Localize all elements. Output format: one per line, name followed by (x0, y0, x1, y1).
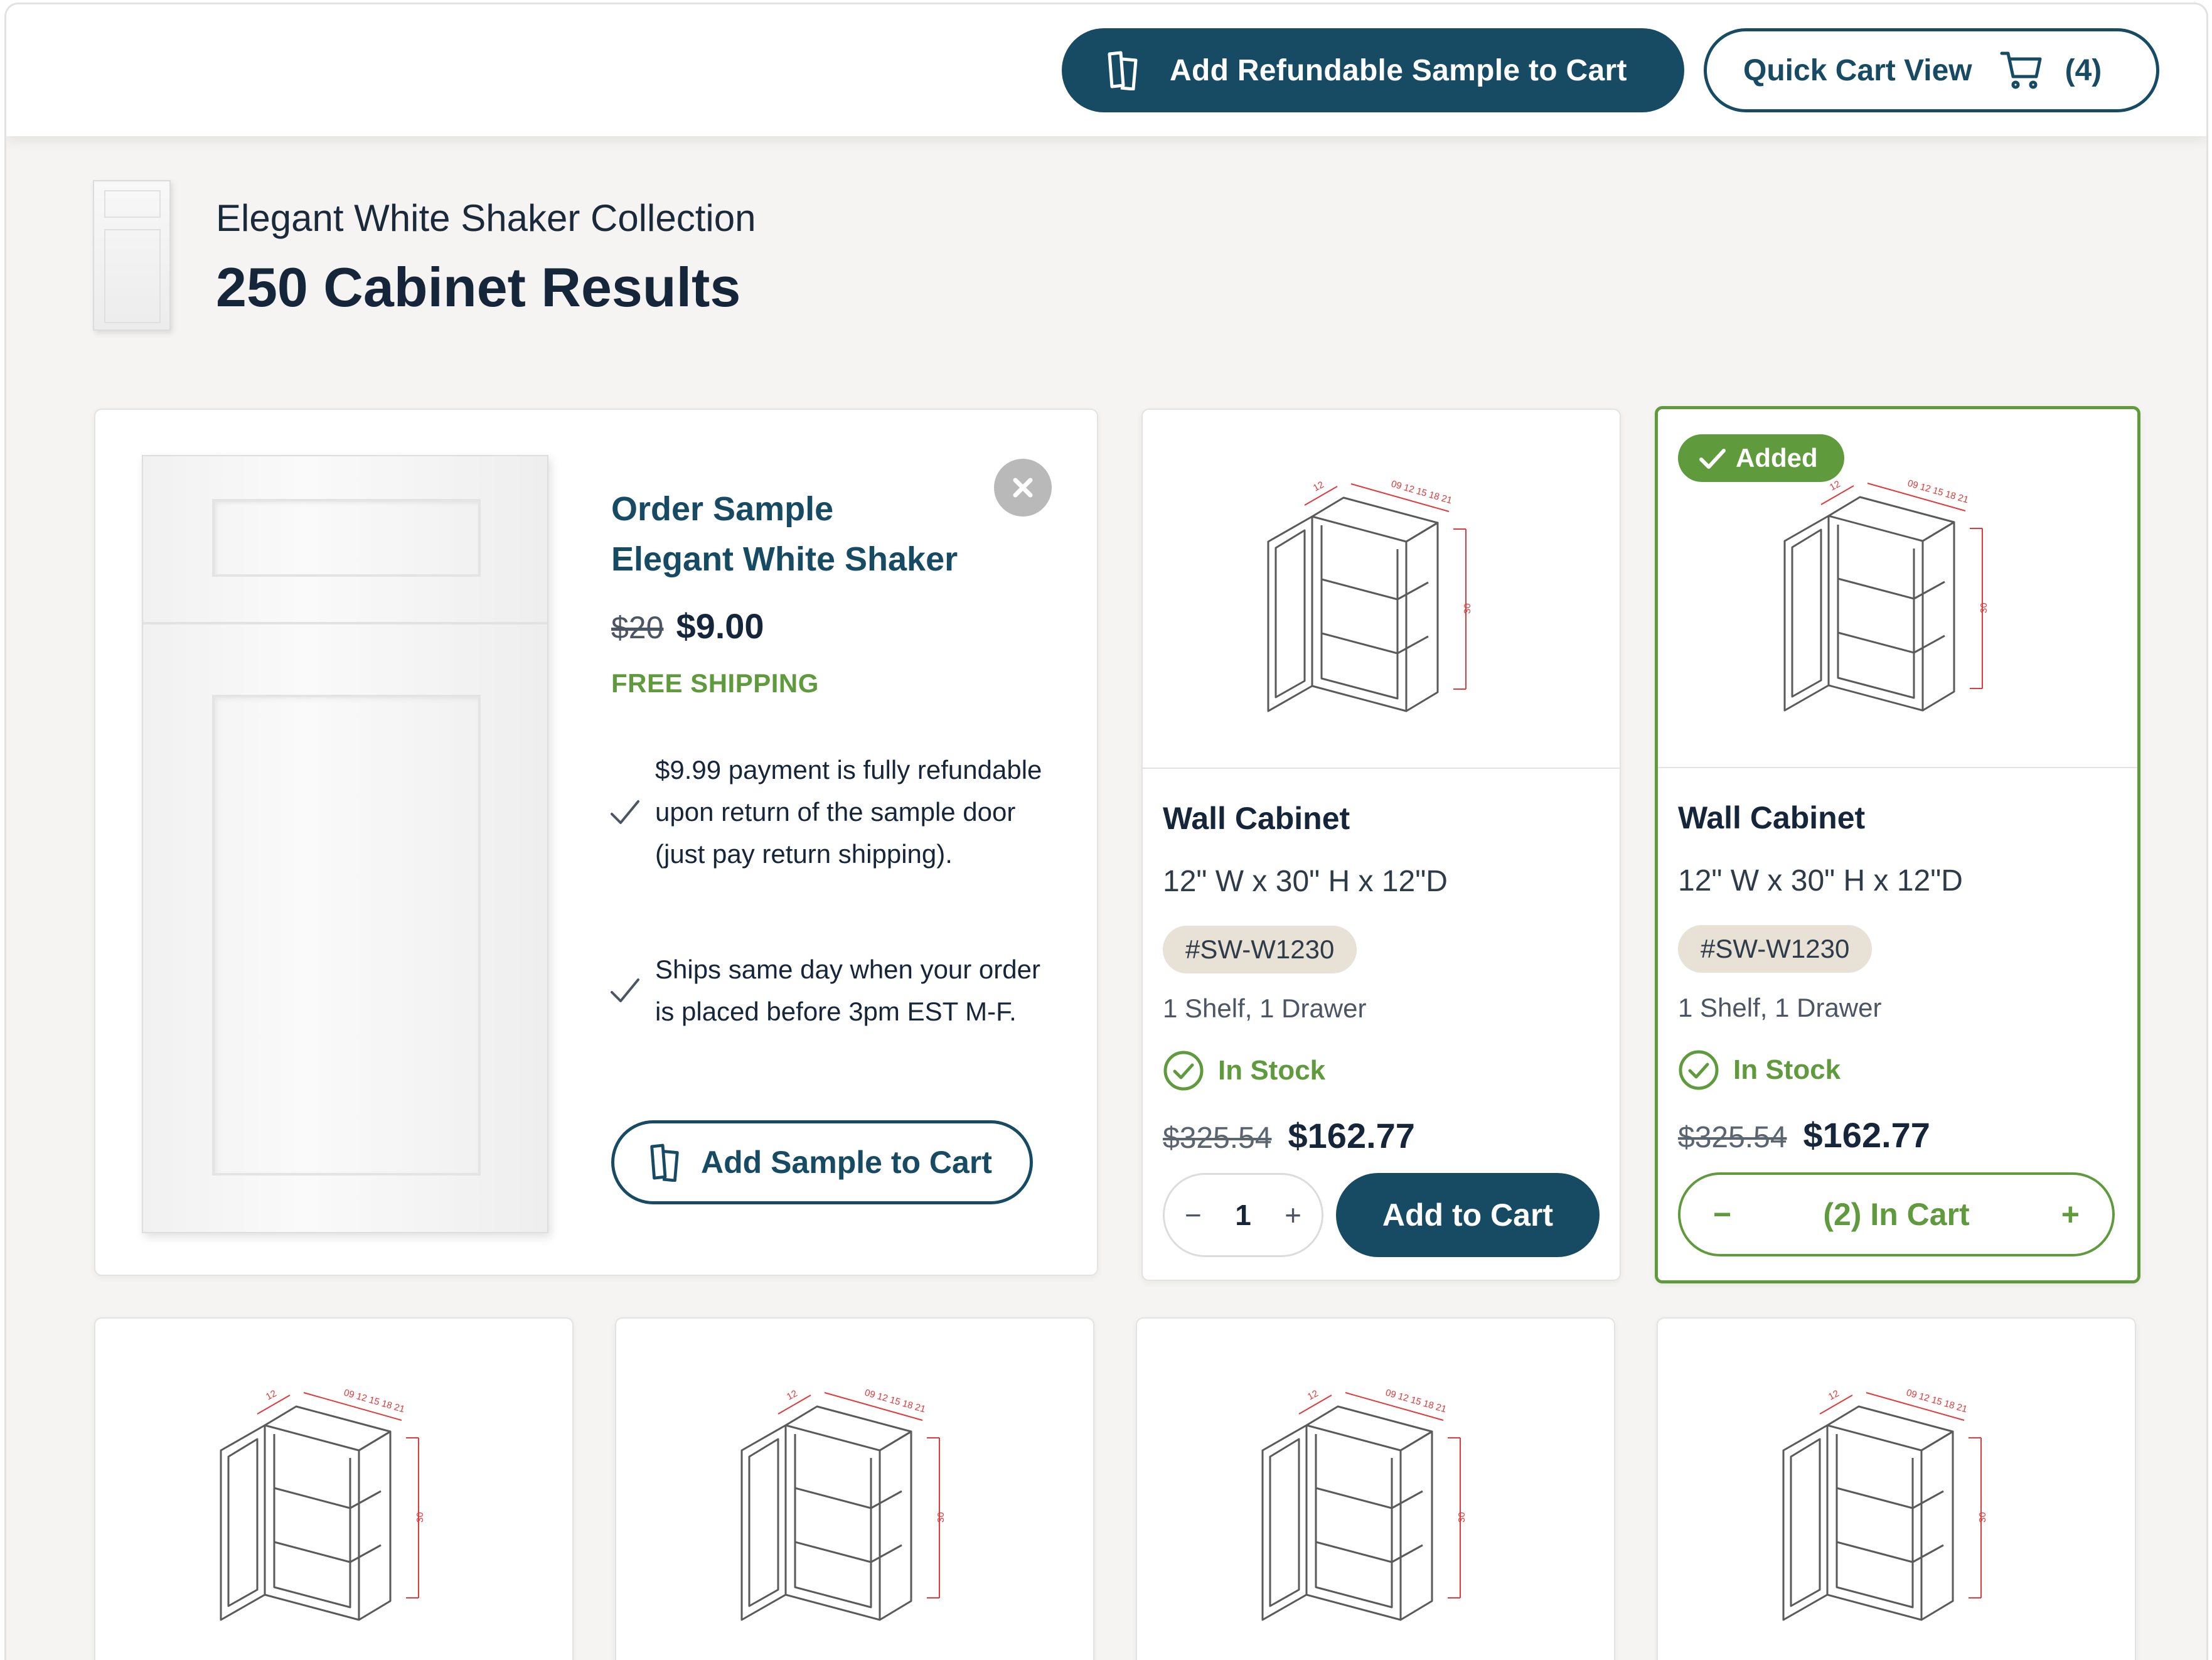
add-sample-label: Add Sample to Cart (701, 1145, 992, 1180)
product-price: $325.54 $162.77 (1678, 1115, 1930, 1155)
stock-status: In Stock (1678, 1049, 1841, 1091)
product-image: 12 09 12 15 18 21 30 (1137, 1319, 1614, 1660)
top-bar: Add Refundable Sample to Cart Quick Cart… (6, 4, 2206, 136)
wall-cabinet-drawing: 12 09 12 15 18 21 30 (220, 1388, 425, 1621)
wall-cabinet-drawing: 12 09 12 15 18 21 30 (740, 1388, 946, 1621)
check-icon (611, 800, 639, 824)
product-dimensions: 12" W x 30" H x 12"D (1163, 865, 1448, 898)
product-image: 12 09 12 15 18 21 30 (616, 1319, 1093, 1660)
svg-text:12: 12 (1827, 1388, 1841, 1403)
quick-cart-label: Quick Cart View (1743, 53, 1972, 87)
wall-cabinet-drawing: 12 09 12 15 18 21 30 (1261, 1388, 1467, 1621)
product-description: 1 Shelf, 1 Drawer (1163, 993, 1367, 1023)
svg-text:09 12 15 18 21: 09 12 15 18 21 (1906, 478, 1970, 506)
svg-text:09 12 15 18 21: 09 12 15 18 21 (1390, 479, 1453, 506)
svg-text:30: 30 (1456, 1512, 1467, 1523)
in-cart-label: (2) In Cart (1823, 1197, 1970, 1232)
add-refundable-sample-label: Add Refundable Sample to Cart (1170, 53, 1627, 87)
qty-decrease-button[interactable]: − (1185, 1198, 1202, 1232)
product-image: 12 09 12 15 18 21 30 (1658, 1319, 2135, 1660)
sample-price: $20 $9.00 (611, 606, 764, 646)
product-old-price: $325.54 (1163, 1122, 1272, 1155)
added-badge: Added (1678, 434, 1844, 482)
svg-text:12: 12 (785, 1388, 799, 1403)
product-dimensions: 12" W x 30" H x 12"D (1678, 864, 1963, 897)
check-circle-icon (1679, 1050, 1719, 1090)
check-icon (611, 978, 639, 1002)
close-icon (1013, 478, 1033, 498)
product-card-row2-2: 12 09 12 15 18 21 30 (615, 1317, 1094, 1660)
svg-text:12: 12 (264, 1388, 279, 1403)
sample-old-price: $20 (611, 610, 664, 645)
in-cart-increase-button[interactable]: + (2061, 1196, 2080, 1233)
sample-door-image (142, 455, 548, 1233)
svg-text:12: 12 (1312, 479, 1326, 494)
in-cart-decrease-button[interactable]: − (1713, 1196, 1731, 1233)
product-description: 1 Shelf, 1 Drawer (1678, 993, 1882, 1022)
svg-text:30: 30 (1462, 603, 1473, 614)
add-refundable-sample-button[interactable]: Add Refundable Sample to Cart (1062, 28, 1684, 112)
bullet-refundable-text: $9.99 payment is fully refundable upon r… (655, 755, 1042, 869)
sample-card: Order Sample Elegant White Shaker $20 $9… (94, 409, 1098, 1276)
add-sample-to-cart-button[interactable]: Add Sample to Cart (611, 1120, 1033, 1204)
svg-text:09 12 15 18 21: 09 12 15 18 21 (1384, 1388, 1448, 1415)
product-card-row2-1: 12 09 12 15 18 21 30 (94, 1317, 574, 1660)
sample-door-icon (650, 1143, 679, 1182)
added-badge-label: Added (1736, 443, 1818, 473)
collection-thumbnail (93, 180, 171, 331)
product-new-price: $162.77 (1288, 1116, 1415, 1155)
wall-cabinet-drawing: 12 09 12 15 18 21 30 (1783, 478, 1989, 712)
svg-text:09 12 15 18 21: 09 12 15 18 21 (1905, 1388, 1969, 1415)
product-card-row2-4: 12 09 12 15 18 21 30 (1657, 1317, 2136, 1660)
product-sku-badge: #SW-W1230 (1678, 925, 1873, 973)
wall-cabinet-drawing: 12 09 12 15 18 21 30 (1267, 479, 1473, 712)
svg-text:12: 12 (1828, 479, 1842, 493)
sample-title: Order Sample Elegant White Shaker (611, 484, 1050, 584)
cart-icon (2000, 51, 2042, 89)
svg-text:09 12 15 18 21: 09 12 15 18 21 (863, 1388, 927, 1415)
product-title: Wall Cabinet (1678, 800, 1866, 835)
sample-title-line1: Order Sample (611, 490, 834, 528)
product-old-price: $325.54 (1678, 1121, 1787, 1154)
qty-increase-button[interactable]: + (1285, 1198, 1301, 1232)
product-image: 12 09 12 15 18 21 30 (1143, 410, 1620, 769)
in-cart-stepper[interactable]: − (2) In Cart + (1678, 1172, 2115, 1256)
product-card-wall-cabinet-added: Added 12 09 12 15 18 21 30 Wall Cabinet … (1655, 406, 2140, 1283)
results-title: 250 Cabinet Results (216, 256, 741, 318)
bullet-ships-same-day: Ships same day when your order is placed… (605, 948, 1057, 1032)
cart-count: (4) (2065, 53, 2102, 87)
wall-cabinet-drawing: 12 09 12 15 18 21 30 (1782, 1388, 1988, 1621)
stock-label: In Stock (1733, 1054, 1841, 1085)
svg-text:30: 30 (936, 1512, 946, 1523)
product-card-row2-3: 12 09 12 15 18 21 30 (1136, 1317, 1615, 1660)
product-sku-badge: #SW-W1230 (1163, 926, 1357, 973)
stock-label: In Stock (1218, 1055, 1326, 1086)
qty-value: 1 (1235, 1199, 1251, 1231)
product-price: $325.54 $162.77 (1163, 1115, 1415, 1156)
quick-cart-view-button[interactable]: Quick Cart View (4) (1704, 28, 2159, 112)
product-title: Wall Cabinet (1163, 801, 1350, 836)
svg-text:30: 30 (1979, 602, 1989, 613)
app-window: Add Refundable Sample to Cart Quick Cart… (4, 3, 2208, 1660)
quantity-stepper[interactable]: − 1 + (1163, 1173, 1323, 1257)
bullet-refundable: $9.99 payment is fully refundable upon r… (605, 749, 1057, 875)
close-button[interactable] (994, 459, 1052, 517)
svg-text:12: 12 (1306, 1388, 1320, 1403)
svg-text:30: 30 (415, 1512, 425, 1523)
sample-new-price: $9.00 (676, 606, 764, 646)
collection-name: Elegant White Shaker Collection (216, 197, 756, 239)
add-to-cart-button[interactable]: Add to Cart (1336, 1173, 1600, 1257)
svg-text:30: 30 (1977, 1512, 1988, 1523)
free-shipping-label: FREE SHIPPING (611, 668, 819, 698)
check-icon (1699, 449, 1726, 469)
svg-text:09 12 15 18 21: 09 12 15 18 21 (343, 1388, 406, 1415)
stock-status: In Stock (1163, 1050, 1325, 1091)
product-new-price: $162.77 (1803, 1115, 1930, 1155)
sample-title-line2: Elegant White Shaker (611, 540, 958, 578)
sample-door-icon (1108, 51, 1138, 90)
bullet-ships-text: Ships same day when your order is placed… (655, 955, 1040, 1026)
check-circle-icon (1163, 1051, 1204, 1091)
product-card-wall-cabinet: 12 09 12 15 18 21 30 Wall Cabinet 12" W … (1141, 409, 1621, 1281)
product-image: 12 09 12 15 18 21 30 (95, 1319, 572, 1660)
